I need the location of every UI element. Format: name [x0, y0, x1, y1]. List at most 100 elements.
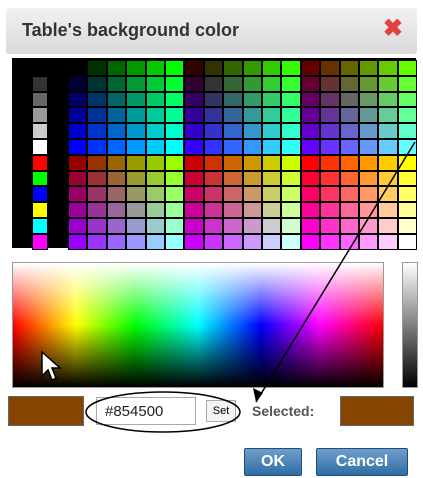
hex-color-input[interactable] [96, 397, 196, 425]
palette-cell[interactable] [87, 218, 107, 234]
ok-button[interactable]: OK [244, 448, 302, 476]
palette-cell[interactable] [203, 91, 224, 108]
palette-cell[interactable] [223, 170, 243, 187]
palette-cell[interactable] [68, 107, 88, 124]
palette-cell[interactable] [378, 170, 398, 187]
palette-cell[interactable] [126, 170, 146, 187]
palette-cell[interactable] [165, 202, 185, 218]
palette-cell[interactable] [145, 202, 165, 218]
palette-cell[interactable] [106, 170, 127, 187]
palette-cell[interactable] [32, 218, 49, 234]
palette-cell[interactable] [223, 75, 243, 92]
palette-cell[interactable] [320, 139, 340, 155]
palette-cell[interactable] [359, 91, 379, 108]
color-palette-grid[interactable] [12, 58, 418, 250]
palette-cell[interactable] [106, 91, 127, 108]
palette-cell[interactable] [281, 186, 301, 203]
palette-cell[interactable] [397, 233, 418, 250]
palette-cell[interactable] [320, 107, 340, 124]
palette-cell[interactable] [145, 60, 165, 76]
palette-cell[interactable] [359, 60, 379, 76]
palette-cell[interactable] [262, 60, 282, 76]
palette-cell[interactable] [32, 154, 49, 171]
palette-cell[interactable] [242, 154, 262, 171]
palette-cell[interactable] [281, 233, 301, 250]
palette-cell[interactable] [397, 154, 418, 171]
palette-cell[interactable] [359, 233, 379, 250]
palette-cell[interactable] [106, 186, 127, 203]
palette-cell[interactable] [339, 218, 359, 234]
palette-cell[interactable] [106, 75, 127, 92]
palette-cell[interactable] [359, 170, 379, 187]
palette-cell[interactable] [223, 154, 243, 171]
palette-cell[interactable] [203, 186, 224, 203]
palette-cell[interactable] [397, 91, 418, 108]
palette-cell[interactable] [378, 186, 398, 203]
palette-cell[interactable] [262, 123, 282, 139]
palette-cell[interactable] [126, 218, 146, 234]
palette-cell[interactable] [397, 186, 418, 203]
palette-cell[interactable] [320, 186, 340, 203]
palette-cell[interactable] [242, 202, 262, 218]
palette-cell[interactable] [223, 186, 243, 203]
palette-cell[interactable] [281, 170, 301, 187]
palette-cell[interactable] [320, 218, 340, 234]
palette-cell[interactable] [32, 170, 49, 187]
palette-cell[interactable] [145, 123, 165, 139]
palette-cell[interactable] [378, 60, 398, 76]
palette-cell[interactable] [359, 123, 379, 139]
palette-cell[interactable] [68, 91, 88, 108]
palette-cell[interactable] [378, 75, 398, 92]
palette-cell[interactable] [203, 202, 224, 218]
palette-cell[interactable] [300, 107, 321, 124]
palette-cell[interactable] [262, 218, 282, 234]
palette-cell[interactable] [145, 170, 165, 187]
cancel-button[interactable]: Cancel [316, 448, 408, 476]
palette-cell[interactable] [378, 107, 398, 124]
brightness-slider[interactable] [402, 262, 418, 388]
palette-cell[interactable] [281, 91, 301, 108]
color-spectrum[interactable] [12, 262, 384, 388]
palette-cell[interactable] [87, 123, 107, 139]
palette-cell[interactable] [339, 75, 359, 92]
palette-cell[interactable] [281, 202, 301, 218]
palette-cell[interactable] [339, 107, 359, 124]
palette-cell[interactable] [359, 107, 379, 124]
palette-cell[interactable] [359, 154, 379, 171]
palette-cell[interactable] [223, 202, 243, 218]
palette-cell[interactable] [126, 75, 146, 92]
palette-cell[interactable] [242, 91, 262, 108]
palette-cell[interactable] [184, 218, 204, 234]
palette-cell[interactable] [300, 218, 321, 234]
palette-cell[interactable] [359, 139, 379, 155]
palette-cell[interactable] [145, 186, 165, 203]
palette-cell[interactable] [320, 60, 340, 76]
palette-cell[interactable] [300, 170, 321, 187]
palette-cell[interactable] [262, 154, 282, 171]
palette-cell[interactable] [126, 139, 146, 155]
palette-cell[interactable] [184, 154, 204, 171]
palette-cell[interactable] [106, 202, 127, 218]
palette-cell[interactable] [184, 91, 204, 108]
palette-cell[interactable] [165, 139, 185, 155]
palette-cell[interactable] [242, 123, 262, 139]
palette-cell[interactable] [281, 218, 301, 234]
palette-cell[interactable] [397, 202, 418, 218]
palette-cell[interactable] [300, 139, 321, 155]
palette-cell[interactable] [145, 107, 165, 124]
palette-cell[interactable] [184, 123, 204, 139]
palette-cell[interactable] [126, 233, 146, 250]
palette-cell[interactable] [320, 154, 340, 171]
palette-cell[interactable] [223, 91, 243, 108]
palette-cell[interactable] [242, 218, 262, 234]
palette-cell[interactable] [339, 233, 359, 250]
palette-cell[interactable] [165, 91, 185, 108]
palette-cell[interactable] [87, 91, 107, 108]
palette-cell[interactable] [126, 91, 146, 108]
palette-cell[interactable] [339, 139, 359, 155]
palette-cell[interactable] [300, 91, 321, 108]
palette-cell[interactable] [32, 60, 49, 76]
palette-cell[interactable] [68, 123, 88, 139]
palette-cell[interactable] [203, 170, 224, 187]
palette-cell[interactable] [203, 60, 224, 76]
